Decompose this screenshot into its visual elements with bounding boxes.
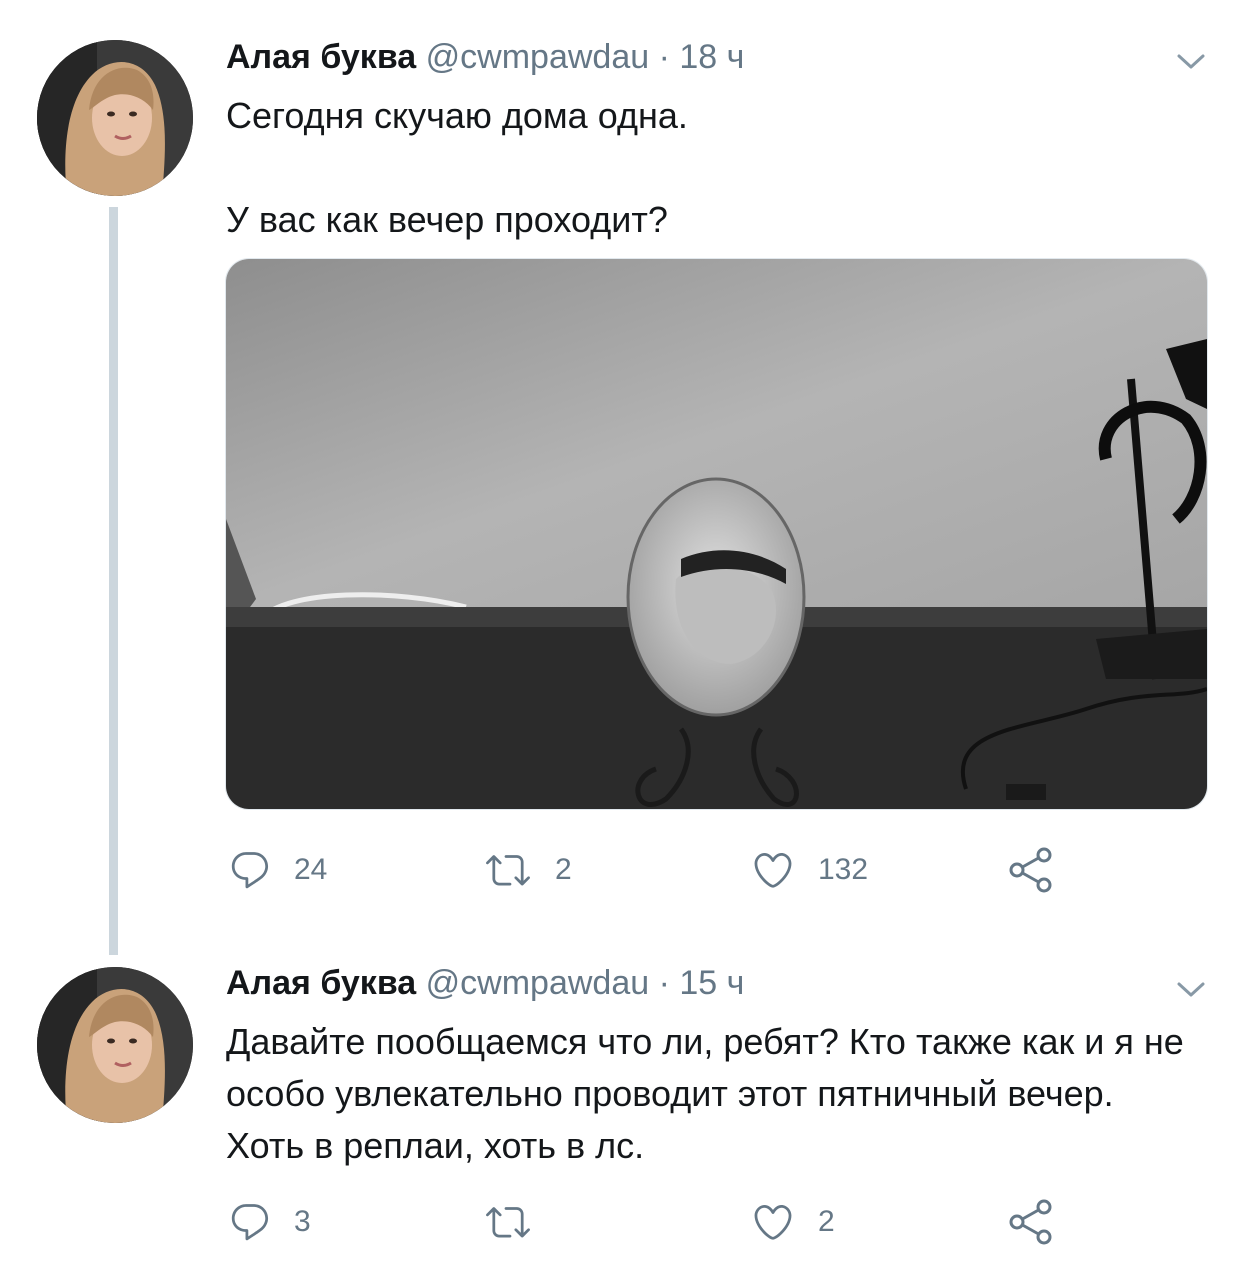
reply-button[interactable]: 3 (228, 1194, 311, 1250)
avatar-image (37, 40, 193, 196)
tweet-header: Алая буква @cwmpawdau · 15 ч (226, 963, 744, 1003)
avatar[interactable] (37, 967, 193, 1123)
retweet-icon (486, 1207, 530, 1238)
separator: · (658, 964, 670, 1002)
share-button[interactable] (1008, 1194, 1054, 1250)
tweet[interactable]: Алая буква @cwmpawdau · 15 ч Давайте поо… (0, 950, 1242, 1280)
reply-count: 24 (294, 853, 328, 886)
heart-icon (754, 1204, 792, 1240)
author-name[interactable]: Алая буква (226, 38, 416, 76)
author-handle[interactable]: @cwmpawdau (426, 38, 650, 76)
author-handle[interactable]: @cwmpawdau (426, 964, 650, 1002)
heart-icon (754, 852, 792, 888)
tweet-text: Давайте пообщаемся что ли, ребят? Кто та… (226, 1016, 1201, 1172)
retweet-icon (486, 855, 530, 886)
retweet-button[interactable] (483, 1194, 555, 1250)
reply-count: 3 (294, 1205, 311, 1238)
share-button[interactable] (1008, 842, 1054, 898)
like-button[interactable]: 132 (750, 842, 868, 898)
tweet[interactable]: Алая буква @cwmpawdau · 18 ч Сегодня ску… (0, 0, 1242, 955)
tweet-paragraph: У вас как вечер проходит? (226, 199, 668, 240)
tweet-paragraph: Сегодня скучаю дома одна. (226, 95, 688, 136)
separator: · (658, 38, 670, 76)
chevron-down-icon[interactable] (1176, 52, 1206, 72)
like-button[interactable]: 2 (750, 1194, 835, 1250)
retweet-button[interactable]: 2 (483, 842, 572, 898)
share-icon (1009, 1199, 1052, 1245)
tweet-photo[interactable] (225, 258, 1208, 810)
avatar[interactable] (37, 40, 193, 196)
share-icon (1009, 847, 1052, 893)
tweet-header: Алая буква @cwmpawdau · 18 ч (226, 37, 744, 77)
thread-line (109, 207, 118, 955)
reply-button[interactable]: 24 (228, 842, 327, 898)
reply-icon (231, 1204, 269, 1241)
author-name[interactable]: Алая буква (226, 964, 416, 1002)
avatar-image (37, 967, 193, 1123)
reply-icon (231, 852, 269, 889)
like-count: 2 (818, 1205, 835, 1238)
retweet-count: 2 (555, 853, 572, 886)
tweet-paragraph: Давайте пообщаемся что ли, ребят? Кто та… (226, 1021, 1184, 1166)
timestamp[interactable]: 15 ч (679, 964, 744, 1002)
chevron-down-icon[interactable] (1176, 980, 1206, 1000)
timestamp[interactable]: 18 ч (679, 38, 744, 76)
tweet-actions: 3 2 (228, 1194, 1068, 1250)
tweet-actions: 24 2 132 (228, 842, 1068, 898)
like-count: 132 (818, 853, 869, 886)
tweet-text: Сегодня скучаю дома одна. У вас как вече… (226, 90, 1201, 246)
